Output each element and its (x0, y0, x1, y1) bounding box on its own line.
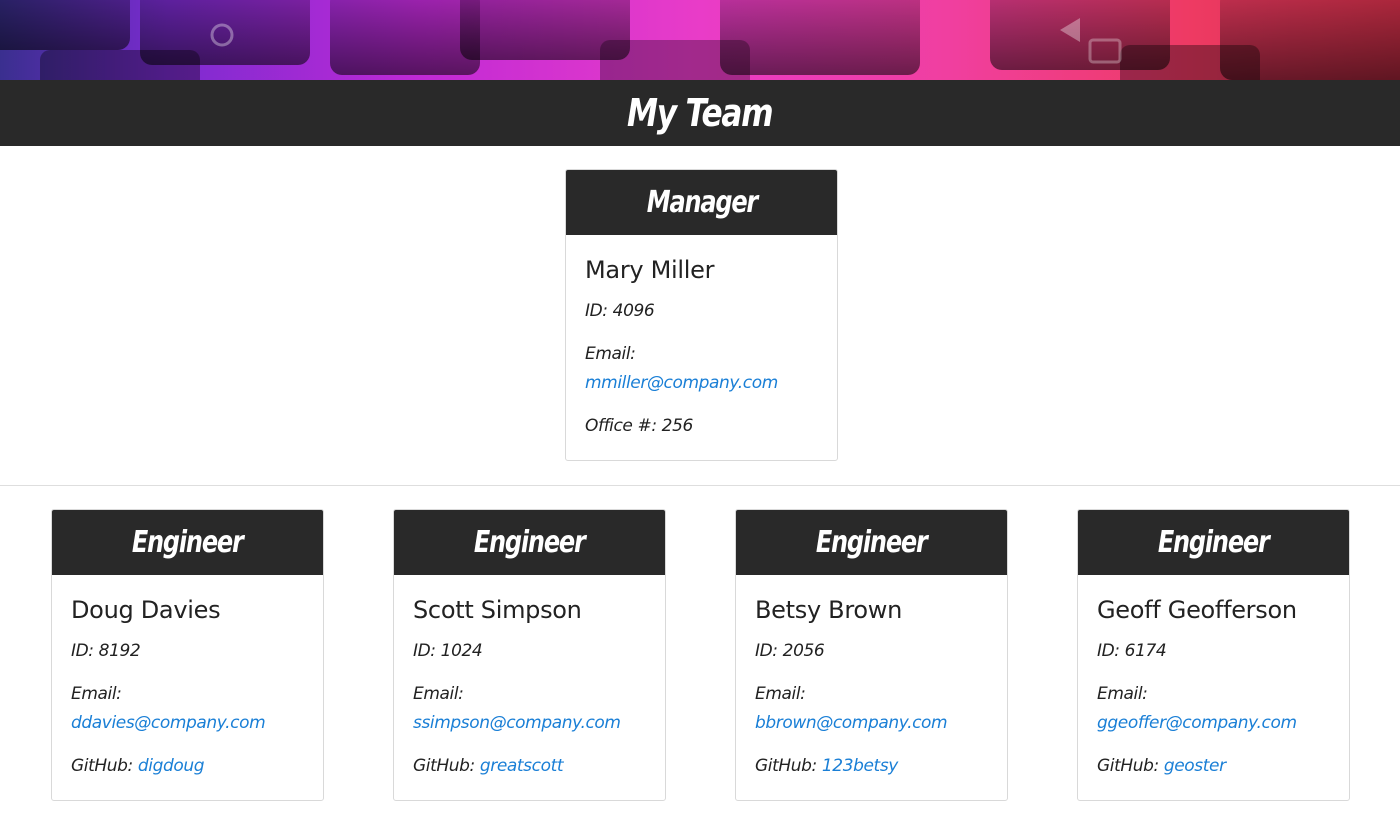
hero-keyboard-image (0, 0, 1400, 80)
id-value: 2056 (782, 641, 825, 661)
card-header: Engineer (736, 510, 1007, 575)
role-title: Engineer (816, 525, 928, 560)
employee-id: ID: 4096 (585, 297, 818, 326)
page-header: My Team (0, 80, 1400, 146)
email-label: Email: (755, 684, 806, 704)
card-header: Manager (566, 170, 837, 235)
role-title: Manager (646, 185, 757, 220)
github-info: GitHub: 123betsy (755, 752, 988, 781)
office-label: Office #: (585, 416, 657, 436)
card-header: Engineer (52, 510, 323, 575)
card-body: Doug Davies ID: 8192 Email: ddavies@comp… (52, 575, 323, 781)
id-label: ID: (71, 641, 94, 661)
employee-name: Scott Simpson (413, 596, 582, 624)
github-link[interactable]: 123betsy (822, 756, 898, 776)
role-title: Engineer (474, 525, 586, 560)
id-label: ID: (413, 641, 436, 661)
id-value: 1024 (440, 641, 483, 661)
github-link[interactable]: digdoug (138, 756, 205, 776)
section-divider (0, 485, 1400, 486)
github-label: GitHub: (413, 756, 475, 776)
card-body: Betsy Brown ID: 2056 Email: bbrown@compa… (736, 575, 1007, 781)
engineer-card: Engineer Doug Davies ID: 8192 Email: dda… (51, 509, 324, 801)
github-label: GitHub: (1097, 756, 1159, 776)
employee-id: ID: 8192 (71, 637, 304, 666)
engineer-card: Engineer Scott Simpson ID: 1024 Email: s… (393, 509, 666, 801)
card-body: Geoff Geofferson ID: 6174 Email: ggeoffe… (1078, 575, 1349, 781)
id-label: ID: (755, 641, 778, 661)
email-link[interactable]: mmiller@company.com (585, 373, 778, 393)
email-label: Email: (413, 684, 464, 704)
employee-id: ID: 6174 (1097, 637, 1330, 666)
github-label: GitHub: (71, 756, 133, 776)
role-title: Engineer (1158, 525, 1270, 560)
page-title: My Team (627, 91, 774, 135)
email-link[interactable]: bbrown@company.com (755, 713, 948, 733)
engineer-card: Engineer Geoff Geofferson ID: 6174 Email… (1077, 509, 1350, 801)
role-title: Engineer (132, 525, 244, 560)
office-value: 256 (661, 416, 694, 436)
employee-name: Betsy Brown (755, 596, 903, 624)
email-link[interactable]: ddavies@company.com (71, 713, 266, 733)
card-header: Engineer (1078, 510, 1349, 575)
email-link[interactable]: ssimpson@company.com (413, 713, 621, 733)
office-number: Office #: 256 (585, 412, 818, 441)
manager-card: Manager Mary Miller ID: 4096 Email: mmil… (565, 169, 838, 461)
card-body: Scott Simpson ID: 1024 Email: ssimpson@c… (394, 575, 665, 781)
id-label: ID: (1097, 641, 1120, 661)
github-link[interactable]: geoster (1164, 756, 1226, 776)
id-value: 6174 (1124, 641, 1167, 661)
email-label: Email: (1097, 684, 1148, 704)
email-label: Email: (585, 344, 636, 364)
employee-id: ID: 1024 (413, 637, 646, 666)
card-header: Engineer (394, 510, 665, 575)
engineer-card: Engineer Betsy Brown ID: 2056 Email: bbr… (735, 509, 1008, 801)
employee-id: ID: 2056 (755, 637, 988, 666)
github-info: GitHub: geoster (1097, 752, 1330, 781)
email-link[interactable]: ggeoffer@company.com (1097, 713, 1297, 733)
id-label: ID: (585, 301, 608, 321)
employee-name: Geoff Geofferson (1097, 596, 1297, 624)
github-link[interactable]: greatscott (480, 756, 564, 776)
employee-name: Doug Davies (71, 596, 221, 624)
github-info: GitHub: greatscott (413, 752, 646, 781)
github-info: GitHub: digdoug (71, 752, 304, 781)
keyboard-keys-graphic (0, 0, 1400, 80)
employee-name: Mary Miller (585, 256, 715, 284)
id-value: 8192 (98, 641, 141, 661)
id-value: 4096 (612, 301, 655, 321)
email-label: Email: (71, 684, 122, 704)
github-label: GitHub: (755, 756, 817, 776)
card-body: Mary Miller ID: 4096 Email: mmiller@comp… (566, 235, 837, 441)
